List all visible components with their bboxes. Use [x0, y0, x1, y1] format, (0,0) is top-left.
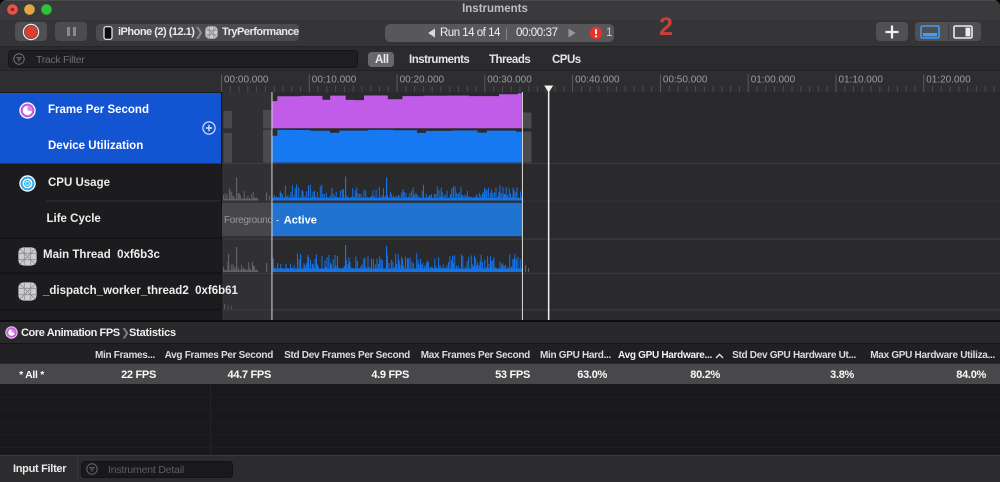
svg-text:00:30.000: 00:30.000	[487, 75, 532, 86]
svg-text:00:40.000: 00:40.000	[575, 75, 620, 86]
svg-text:01:20.000: 01:20.000	[926, 75, 971, 86]
svg-text:01:00.000: 01:00.000	[751, 75, 796, 86]
svg-text:Active: Active	[284, 215, 317, 227]
svg-text:-: -	[276, 215, 280, 227]
svg-text:01:10.000: 01:10.000	[839, 75, 884, 86]
svg-text:00:00.000: 00:00.000	[224, 75, 269, 86]
svg-text:Foreground: Foreground	[224, 215, 273, 226]
svg-text:00:10.000: 00:10.000	[312, 75, 357, 86]
svg-text:00:20.000: 00:20.000	[400, 75, 445, 86]
svg-text:00:50.000: 00:50.000	[663, 75, 708, 86]
